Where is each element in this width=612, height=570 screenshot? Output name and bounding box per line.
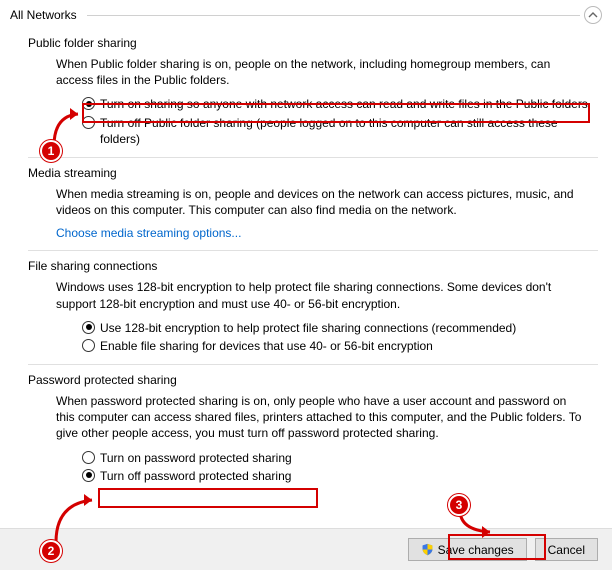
section-title-media: Media streaming <box>28 166 598 180</box>
content-area: Public folder sharing When Public folder… <box>0 36 612 484</box>
radio-public-off[interactable]: Turn off Public folder sharing (people l… <box>82 115 598 147</box>
radio-label: Turn on password protected sharing <box>100 450 292 466</box>
radio-password-off[interactable]: Turn off password protected sharing <box>82 468 598 484</box>
radio-label: Enable file sharing for devices that use… <box>100 338 433 354</box>
section-title-public: Public folder sharing <box>28 36 598 50</box>
section-desc-password: When password protected sharing is on, o… <box>56 393 584 442</box>
radio-encrypt-40[interactable]: Enable file sharing for devices that use… <box>82 338 598 354</box>
radio-label: Turn off password protected sharing <box>100 468 291 484</box>
profile-title: All Networks <box>10 8 83 22</box>
section-public-folder: Public folder sharing When Public folder… <box>14 36 598 147</box>
footer-bar: Save changes Cancel <box>0 528 612 570</box>
radio-icon <box>82 469 95 482</box>
divider <box>28 364 598 365</box>
section-password: Password protected sharing When password… <box>14 373 598 484</box>
radio-label: Turn off Public folder sharing (people l… <box>100 115 598 147</box>
cancel-label: Cancel <box>548 543 585 557</box>
annotation-box-2 <box>98 488 318 508</box>
radio-encrypt-128[interactable]: Use 128-bit encryption to help protect f… <box>82 320 598 336</box>
annotation-badge-3: 3 <box>448 494 470 516</box>
radio-group-public: Turn on sharing so anyone with network a… <box>82 96 598 147</box>
save-label: Save changes <box>438 543 514 557</box>
divider <box>28 157 598 158</box>
radio-group-password: Turn on password protected sharing Turn … <box>82 450 598 484</box>
shield-icon <box>421 543 434 556</box>
link-media-options[interactable]: Choose media streaming options... <box>56 226 598 240</box>
radio-icon <box>82 339 95 352</box>
radio-icon <box>82 97 95 110</box>
radio-password-on[interactable]: Turn on password protected sharing <box>82 450 598 466</box>
section-title-filesharing: File sharing connections <box>28 259 598 273</box>
radio-icon <box>82 451 95 464</box>
section-file-sharing: File sharing connections Windows uses 12… <box>14 259 598 354</box>
profile-header: All Networks <box>0 0 612 28</box>
section-desc-public: When Public folder sharing is on, people… <box>56 56 584 88</box>
section-media: Media streaming When media streaming is … <box>14 166 598 240</box>
cancel-button[interactable]: Cancel <box>535 538 598 561</box>
radio-group-filesharing: Use 128-bit encryption to help protect f… <box>82 320 598 354</box>
divider <box>28 250 598 251</box>
chevron-up-icon <box>588 10 598 20</box>
radio-icon <box>82 116 95 129</box>
save-changes-button[interactable]: Save changes <box>408 538 527 561</box>
radio-public-on[interactable]: Turn on sharing so anyone with network a… <box>82 96 598 112</box>
radio-label: Use 128-bit encryption to help protect f… <box>100 320 516 336</box>
section-desc-filesharing: Windows uses 128-bit encryption to help … <box>56 279 584 311</box>
radio-label: Turn on sharing so anyone with network a… <box>100 96 588 112</box>
section-desc-media: When media streaming is on, people and d… <box>56 186 584 218</box>
header-divider <box>87 15 580 16</box>
section-title-password: Password protected sharing <box>28 373 598 387</box>
collapse-button[interactable] <box>584 6 602 24</box>
radio-icon <box>82 321 95 334</box>
